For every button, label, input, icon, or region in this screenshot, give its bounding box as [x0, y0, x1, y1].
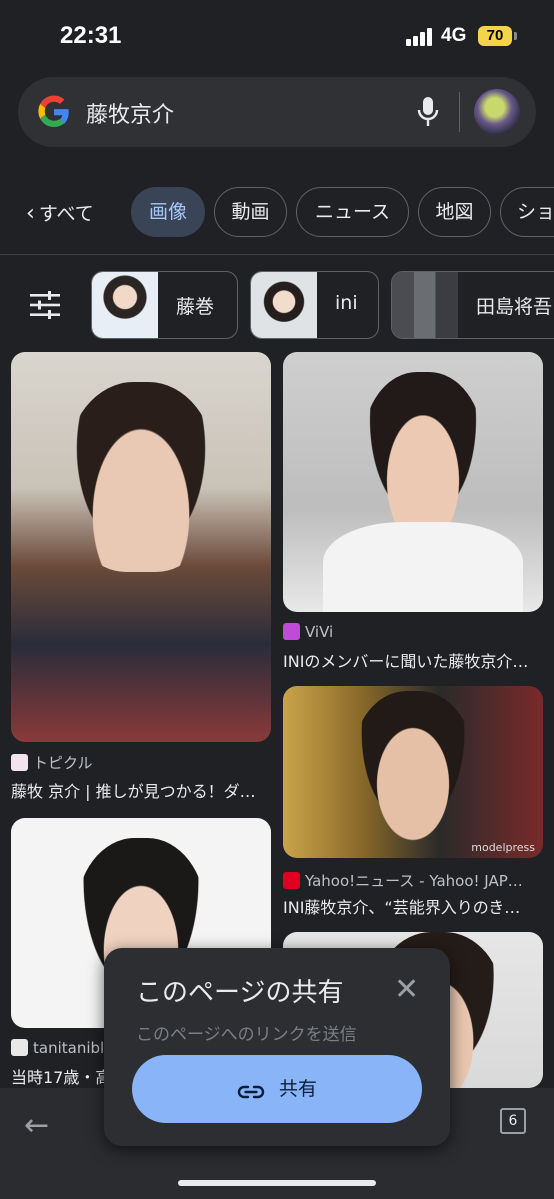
signal-icon [406, 28, 434, 46]
vivi-favicon-icon [283, 623, 300, 640]
status-bar: 22:31 4G 70 [0, 0, 554, 74]
filter-thumb [251, 272, 317, 338]
filter-row: 藤巻 ini 田島将吾 [0, 271, 554, 339]
filter-chip-tajima[interactable]: 田島将吾 [391, 271, 554, 339]
portrait-figure [353, 691, 473, 841]
watermark: modelpress [471, 841, 535, 854]
topicle-favicon-icon [11, 754, 28, 771]
tab-videos[interactable]: 動画 [214, 187, 287, 237]
result-caption-2[interactable]: INIのメンバーに聞いた藤牧京介… [283, 648, 545, 672]
filter-chip-label: 藤巻 [176, 296, 215, 318]
search-bar[interactable]: 藤牧京介 [18, 77, 536, 147]
result-image-1[interactable] [11, 352, 271, 742]
share-popup-subtitle: このページへのリンクを送信 [136, 1025, 357, 1045]
filter-thumb [92, 272, 158, 338]
result-source-2[interactable]: ViVi [283, 623, 333, 641]
yahoo-favicon-icon [283, 872, 300, 889]
tab-switcher-button[interactable]: 6 [500, 1108, 526, 1134]
filter-chip-label: ini [335, 292, 358, 314]
link-icon [237, 1085, 265, 1099]
search-query[interactable]: 藤牧京介 [86, 97, 174, 129]
home-indicator[interactable] [178, 1180, 376, 1186]
chevron-left-icon: ‹ [26, 201, 35, 226]
filter-chip-label: 田島将吾 [476, 296, 553, 318]
share-popup: このページの共有 ✕ このページへのリンクを送信 共有 [104, 948, 450, 1146]
share-button[interactable]: 共有 [132, 1055, 422, 1123]
battery-icon: 70 [478, 26, 517, 46]
result-source-label: トピクル [33, 754, 93, 772]
tabs-divider [0, 254, 554, 255]
tab-images[interactable]: 画像 [131, 187, 205, 237]
portrait-figure [66, 382, 216, 572]
microphone-icon[interactable] [416, 95, 440, 129]
back-arrow-icon[interactable]: ← [24, 1108, 49, 1143]
result-image-2[interactable] [283, 352, 543, 612]
result-source-4[interactable]: tanitaniblo [11, 1039, 113, 1057]
tab-news[interactable]: ニュース [296, 187, 409, 237]
portrait-figure [363, 372, 483, 532]
search-divider [459, 92, 460, 132]
result-source-1[interactable]: トピクル [11, 752, 93, 773]
filter-chip-fujimaki[interactable]: 藤巻 [91, 271, 238, 339]
result-source-3[interactable]: Yahoo!ニュース - Yahoo! JAP… [283, 870, 523, 891]
share-popup-title: このページの共有 [136, 978, 344, 1008]
account-avatar[interactable] [474, 89, 520, 135]
result-image-3[interactable]: modelpress [283, 686, 543, 858]
tab-all-label: すべて [38, 203, 94, 225]
tab-shopping[interactable]: ショ [500, 187, 554, 237]
filter-thumb [392, 272, 458, 338]
tab-maps[interactable]: 地図 [418, 187, 491, 237]
shirt-figure [323, 522, 523, 612]
search-tabs: ‹ すべて 画像 動画 ニュース 地図 ショ [0, 187, 554, 239]
share-button-label: 共有 [278, 1078, 317, 1100]
filter-chip-ini[interactable]: ini [250, 271, 379, 339]
result-source-label: ViVi [305, 623, 334, 641]
network-type: 4G [441, 25, 467, 46]
filter-settings-icon[interactable] [30, 291, 60, 319]
status-time: 22:31 [60, 22, 122, 49]
result-caption-1[interactable]: 藤牧 京介 | 推しが見つかる！ダ… [11, 778, 273, 802]
tanitaniblo-favicon-icon [11, 1039, 28, 1056]
tab-all[interactable]: ‹ すべて [26, 199, 94, 226]
result-source-label: tanitaniblo [33, 1039, 114, 1057]
result-caption-3[interactable]: INI藤牧京介、“芸能界入りのき… [283, 894, 545, 918]
result-source-label: Yahoo!ニュース - Yahoo! JAP… [305, 872, 523, 890]
google-logo-icon [38, 95, 69, 127]
close-icon[interactable]: ✕ [394, 972, 419, 1007]
